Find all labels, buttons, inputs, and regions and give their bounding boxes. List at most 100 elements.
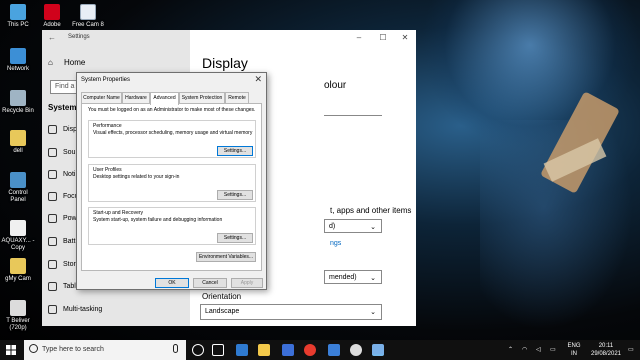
folder-icon	[10, 130, 26, 146]
sidebar-item-focus[interactable]: Focu	[48, 190, 79, 204]
control-panel-icon	[10, 172, 26, 188]
divider	[324, 115, 382, 116]
video-file-icon	[10, 300, 26, 316]
cancel-button[interactable]: Cancel	[193, 278, 227, 288]
mail-icon[interactable]	[328, 344, 340, 356]
desktop-icon-this-pc[interactable]: This PC	[0, 4, 36, 29]
clock[interactable]: 20:11 29/08/2021	[588, 342, 624, 358]
cortana-icon[interactable]	[192, 344, 204, 356]
environment-variables-button[interactable]: Environment Variables...	[196, 252, 256, 262]
display-icon	[48, 124, 57, 134]
microphone-icon[interactable]	[173, 344, 178, 353]
startup-recovery-desc: System start-up, system failure and debu…	[93, 217, 223, 223]
language-indicator[interactable]: ENG IN	[566, 342, 582, 358]
storage-icon	[48, 259, 57, 269]
colour-heading: olour	[324, 80, 347, 91]
performance-title: Performance	[93, 123, 122, 129]
search-placeholder: Type here to search	[42, 346, 104, 353]
performance-settings-button[interactable]: Settings...	[217, 146, 253, 156]
desktop-icon-aquaxy[interactable]: AQUAXY... - Copy	[0, 220, 36, 252]
admin-notice: You must be logged on as an Administrato…	[88, 107, 256, 113]
network-icon	[10, 48, 26, 64]
sidebar-item-sound[interactable]: Sou	[48, 146, 75, 160]
section-label: System	[48, 103, 77, 112]
chevron-down-icon: ⌄	[370, 224, 376, 231]
sidebar-item-display[interactable]: Disp	[48, 123, 77, 137]
wifi-icon[interactable]: ◠	[522, 346, 527, 354]
taskbar-search-box[interactable]: Type here to search	[24, 340, 186, 360]
user-profiles-group: User Profiles Desktop settings related t…	[88, 164, 256, 202]
orientation-label: Orientation	[202, 292, 242, 301]
desktop-icon-t-beliver[interactable]: T Beliver (720p)	[0, 300, 36, 332]
resolution-dropdown[interactable]: mended) ⌄	[324, 270, 382, 284]
store-icon[interactable]	[282, 344, 294, 356]
chevron-down-icon: ⌄	[370, 309, 376, 316]
sidebar-item-storage[interactable]: Stor	[48, 258, 76, 272]
system-properties-dialog: System Properties ✕ Computer Name Hardwa…	[76, 72, 267, 290]
tab-advanced[interactable]: Advanced	[150, 92, 179, 105]
ok-button[interactable]: OK	[155, 278, 189, 288]
performance-group: Performance Visual effects, processor sc…	[88, 120, 256, 158]
dialog-title: System Properties	[81, 77, 131, 83]
sidebar-item-tablet[interactable]: Tabl	[48, 280, 76, 294]
startup-recovery-settings-button[interactable]: Settings...	[217, 233, 253, 243]
chevron-up-icon[interactable]: ⌃	[508, 346, 513, 354]
notification-icon[interactable]: ▭	[628, 346, 634, 354]
volume-icon[interactable]: ◁	[536, 346, 541, 354]
startup-recovery-group: Start-up and Recovery System start-up, s…	[88, 207, 256, 245]
sidebar-item-notifications[interactable]: Noti	[48, 168, 75, 182]
sound-icon	[48, 147, 57, 157]
desktop-icon-gmy-cam[interactable]: gMy Cam	[0, 258, 36, 283]
battery-icon	[48, 236, 57, 246]
apply-button[interactable]: Apply	[231, 278, 263, 288]
wallpaper-shape	[540, 91, 620, 194]
recycle-bin-icon	[10, 90, 26, 106]
adobe-icon	[44, 4, 60, 20]
desktop-icon-recycle-bin[interactable]: Recycle Bin	[0, 90, 36, 115]
chrome-icon[interactable]	[304, 344, 316, 356]
power-icon	[48, 213, 57, 223]
notification-icon	[48, 169, 57, 179]
edge-icon[interactable]	[236, 344, 248, 356]
desktop-icon-dell[interactable]: dell	[0, 130, 36, 155]
user-profiles-title: User Profiles	[93, 167, 122, 173]
wallpaper-shape	[543, 138, 607, 182]
sidebar-item-power[interactable]: Pow	[48, 212, 77, 226]
windows-start-icon[interactable]	[6, 345, 16, 355]
gear-icon[interactable]	[350, 344, 362, 356]
scale-heading: t, apps and other items	[330, 206, 412, 215]
desktop-icon-network[interactable]: Network	[0, 48, 36, 73]
task-view-icon[interactable]	[212, 344, 224, 356]
user-profiles-desc: Desktop settings related to your sign-in	[93, 174, 180, 180]
advanced-panel: You must be logged on as an Administrato…	[81, 103, 262, 271]
desktop-icon-control-panel[interactable]: Control Panel	[0, 172, 36, 204]
performance-desc: Visual effects, processor scheduling, me…	[93, 130, 253, 136]
startup-recovery-title: Start-up and Recovery	[93, 210, 144, 216]
battery-icon[interactable]: ▭	[550, 346, 556, 354]
chevron-down-icon: ⌄	[370, 275, 376, 282]
system-properties-taskbar-icon[interactable]	[372, 344, 384, 356]
folder-icon	[10, 258, 26, 274]
free-cam-icon	[80, 4, 96, 20]
wallpaper-glow	[420, 0, 640, 150]
file-icon	[10, 220, 26, 236]
dialog-close-button[interactable]: ✕	[254, 74, 262, 85]
sidebar-item-home[interactable]: ⌂ Home	[48, 58, 85, 67]
tablet-icon	[48, 281, 57, 291]
desktop-icon-free-cam[interactable]: Free Cam 8	[70, 4, 106, 29]
wallpaper-shape	[480, 120, 640, 340]
back-arrow-icon[interactable]: ←	[48, 33, 56, 42]
focus-icon	[48, 191, 57, 201]
taskbar: Type here to search ⌃ ◠ ◁ ▭ ENG IN 20:11…	[0, 340, 640, 360]
user-profiles-settings-button[interactable]: Settings...	[217, 190, 253, 200]
computer-icon	[10, 4, 26, 20]
advanced-scaling-link[interactable]: ngs	[330, 240, 341, 247]
search-icon	[29, 344, 38, 353]
sidebar-item-multitasking[interactable]: Multi-tasking	[48, 303, 102, 317]
file-explorer-icon[interactable]	[258, 344, 270, 356]
page-title: Display	[202, 55, 248, 71]
desktop-icon-adobe[interactable]: Adobe	[34, 4, 70, 29]
orientation-dropdown[interactable]: Landscape ⌄	[200, 304, 382, 320]
sidebar-item-battery[interactable]: Batt	[48, 235, 75, 249]
scale-dropdown[interactable]: d) ⌄	[324, 219, 382, 233]
